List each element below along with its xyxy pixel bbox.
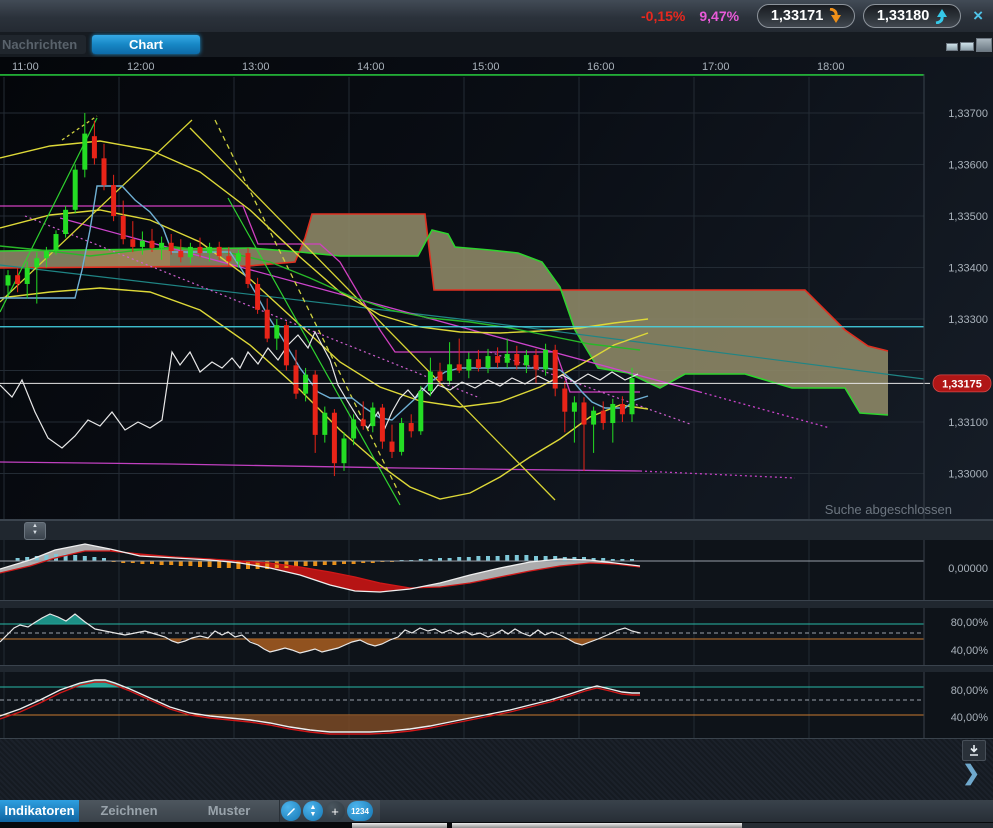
svg-text:1,33400: 1,33400 — [948, 263, 988, 275]
panel-separator: ▲▼ — [0, 520, 993, 542]
bottom-toolbar: Indikatoren Zeichnen Muster ▲▼ + 1234 — [0, 800, 993, 822]
trading-app-window: -0,15% 9,47% 1,33171 1,33180 × Nachricht… — [0, 0, 993, 828]
tab-indikatoren[interactable]: Indikatoren — [0, 800, 80, 822]
pencil-glyph — [286, 806, 297, 817]
svg-text:1,33500: 1,33500 — [948, 211, 988, 223]
main-price-chart[interactable]: 11:00 12:00 13:00 14:00 15:00 16:00 17:00 18:00… — [0, 57, 993, 520]
svg-text:1,33600: 1,33600 — [948, 160, 988, 172]
svg-text:1,33000: 1,33000 — [948, 469, 988, 481]
background-window-edge — [352, 823, 447, 828]
svg-text:12:00: 12:00 — [127, 61, 155, 73]
sell-price-button[interactable]: 1,33171 — [757, 4, 855, 28]
tab-nachrichten[interactable]: Nachrichten — [0, 35, 86, 54]
titlebar: -0,15% 9,47% 1,33171 1,33180 × — [0, 0, 993, 32]
svg-text:80,00%: 80,00% — [951, 617, 989, 629]
buy-price-label: 1,33180 — [877, 8, 929, 24]
svg-text:17:00: 17:00 — [702, 61, 730, 73]
change-percent: -0,15% — [641, 8, 685, 24]
macd-indicator-panel[interactable]: 0,00000 — [0, 540, 993, 600]
tab-row: Nachrichten Chart — [0, 32, 993, 58]
range-percent: 9,47% — [699, 8, 739, 24]
background-window-edge — [742, 823, 993, 828]
tab-chart[interactable]: Chart — [92, 35, 200, 54]
svg-text:1,33700: 1,33700 — [948, 108, 988, 120]
svg-text:16:00: 16:00 — [587, 61, 615, 73]
svg-text:1,33300: 1,33300 — [948, 314, 988, 326]
svg-text:40,00%: 40,00% — [951, 712, 989, 724]
bottom-edge-strip — [0, 822, 993, 828]
arrow-down-icon — [827, 8, 841, 24]
maximize-icon[interactable] — [976, 38, 992, 52]
close-icon[interactable]: × — [973, 6, 983, 26]
crosshair-icon[interactable]: + — [325, 801, 345, 821]
svg-text:40,00%: 40,00% — [951, 645, 989, 657]
chevron-right-icon[interactable]: ❯ — [962, 761, 980, 786]
svg-text:0,00000: 0,00000 — [948, 563, 988, 575]
restore-icon[interactable] — [960, 42, 974, 51]
svg-text:14:00: 14:00 — [357, 61, 385, 73]
tab-muster[interactable]: Muster — [179, 800, 280, 822]
bottom-spacer-area: ❯ — [0, 738, 993, 801]
pencil-icon[interactable] — [281, 801, 301, 821]
svg-text:13:00: 13:00 — [242, 61, 270, 73]
stochastic-slow-panel[interactable]: 80,00% 40,00% — [0, 672, 993, 738]
arrow-up-icon — [933, 8, 947, 24]
download-icon — [968, 744, 980, 757]
stochastic-fast-panel[interactable]: 80,00% 40,00% — [0, 608, 993, 665]
svg-text:80,00%: 80,00% — [951, 685, 989, 697]
collapse-panels-button[interactable]: ▲▼ — [24, 522, 46, 540]
svg-text:15:00: 15:00 — [472, 61, 500, 73]
digits-icon[interactable]: 1234 — [347, 801, 373, 821]
minimize-icon[interactable] — [946, 43, 958, 51]
background-window-edge — [452, 823, 742, 828]
export-button[interactable] — [962, 740, 986, 761]
toolbar-right-area — [380, 800, 993, 822]
svg-text:1,33100: 1,33100 — [948, 417, 988, 429]
sell-price-label: 1,33171 — [771, 8, 823, 24]
scale-arrows-icon[interactable]: ▲▼ — [303, 801, 323, 821]
tab-zeichnen[interactable]: Zeichnen — [79, 800, 180, 822]
buy-price-button[interactable]: 1,33180 — [863, 4, 961, 28]
svg-text:11:00: 11:00 — [12, 61, 39, 73]
status-message: Suche abgeschlossen — [825, 502, 952, 517]
svg-text:18:00: 18:00 — [817, 61, 845, 73]
svg-text:1,33175: 1,33175 — [942, 378, 982, 390]
